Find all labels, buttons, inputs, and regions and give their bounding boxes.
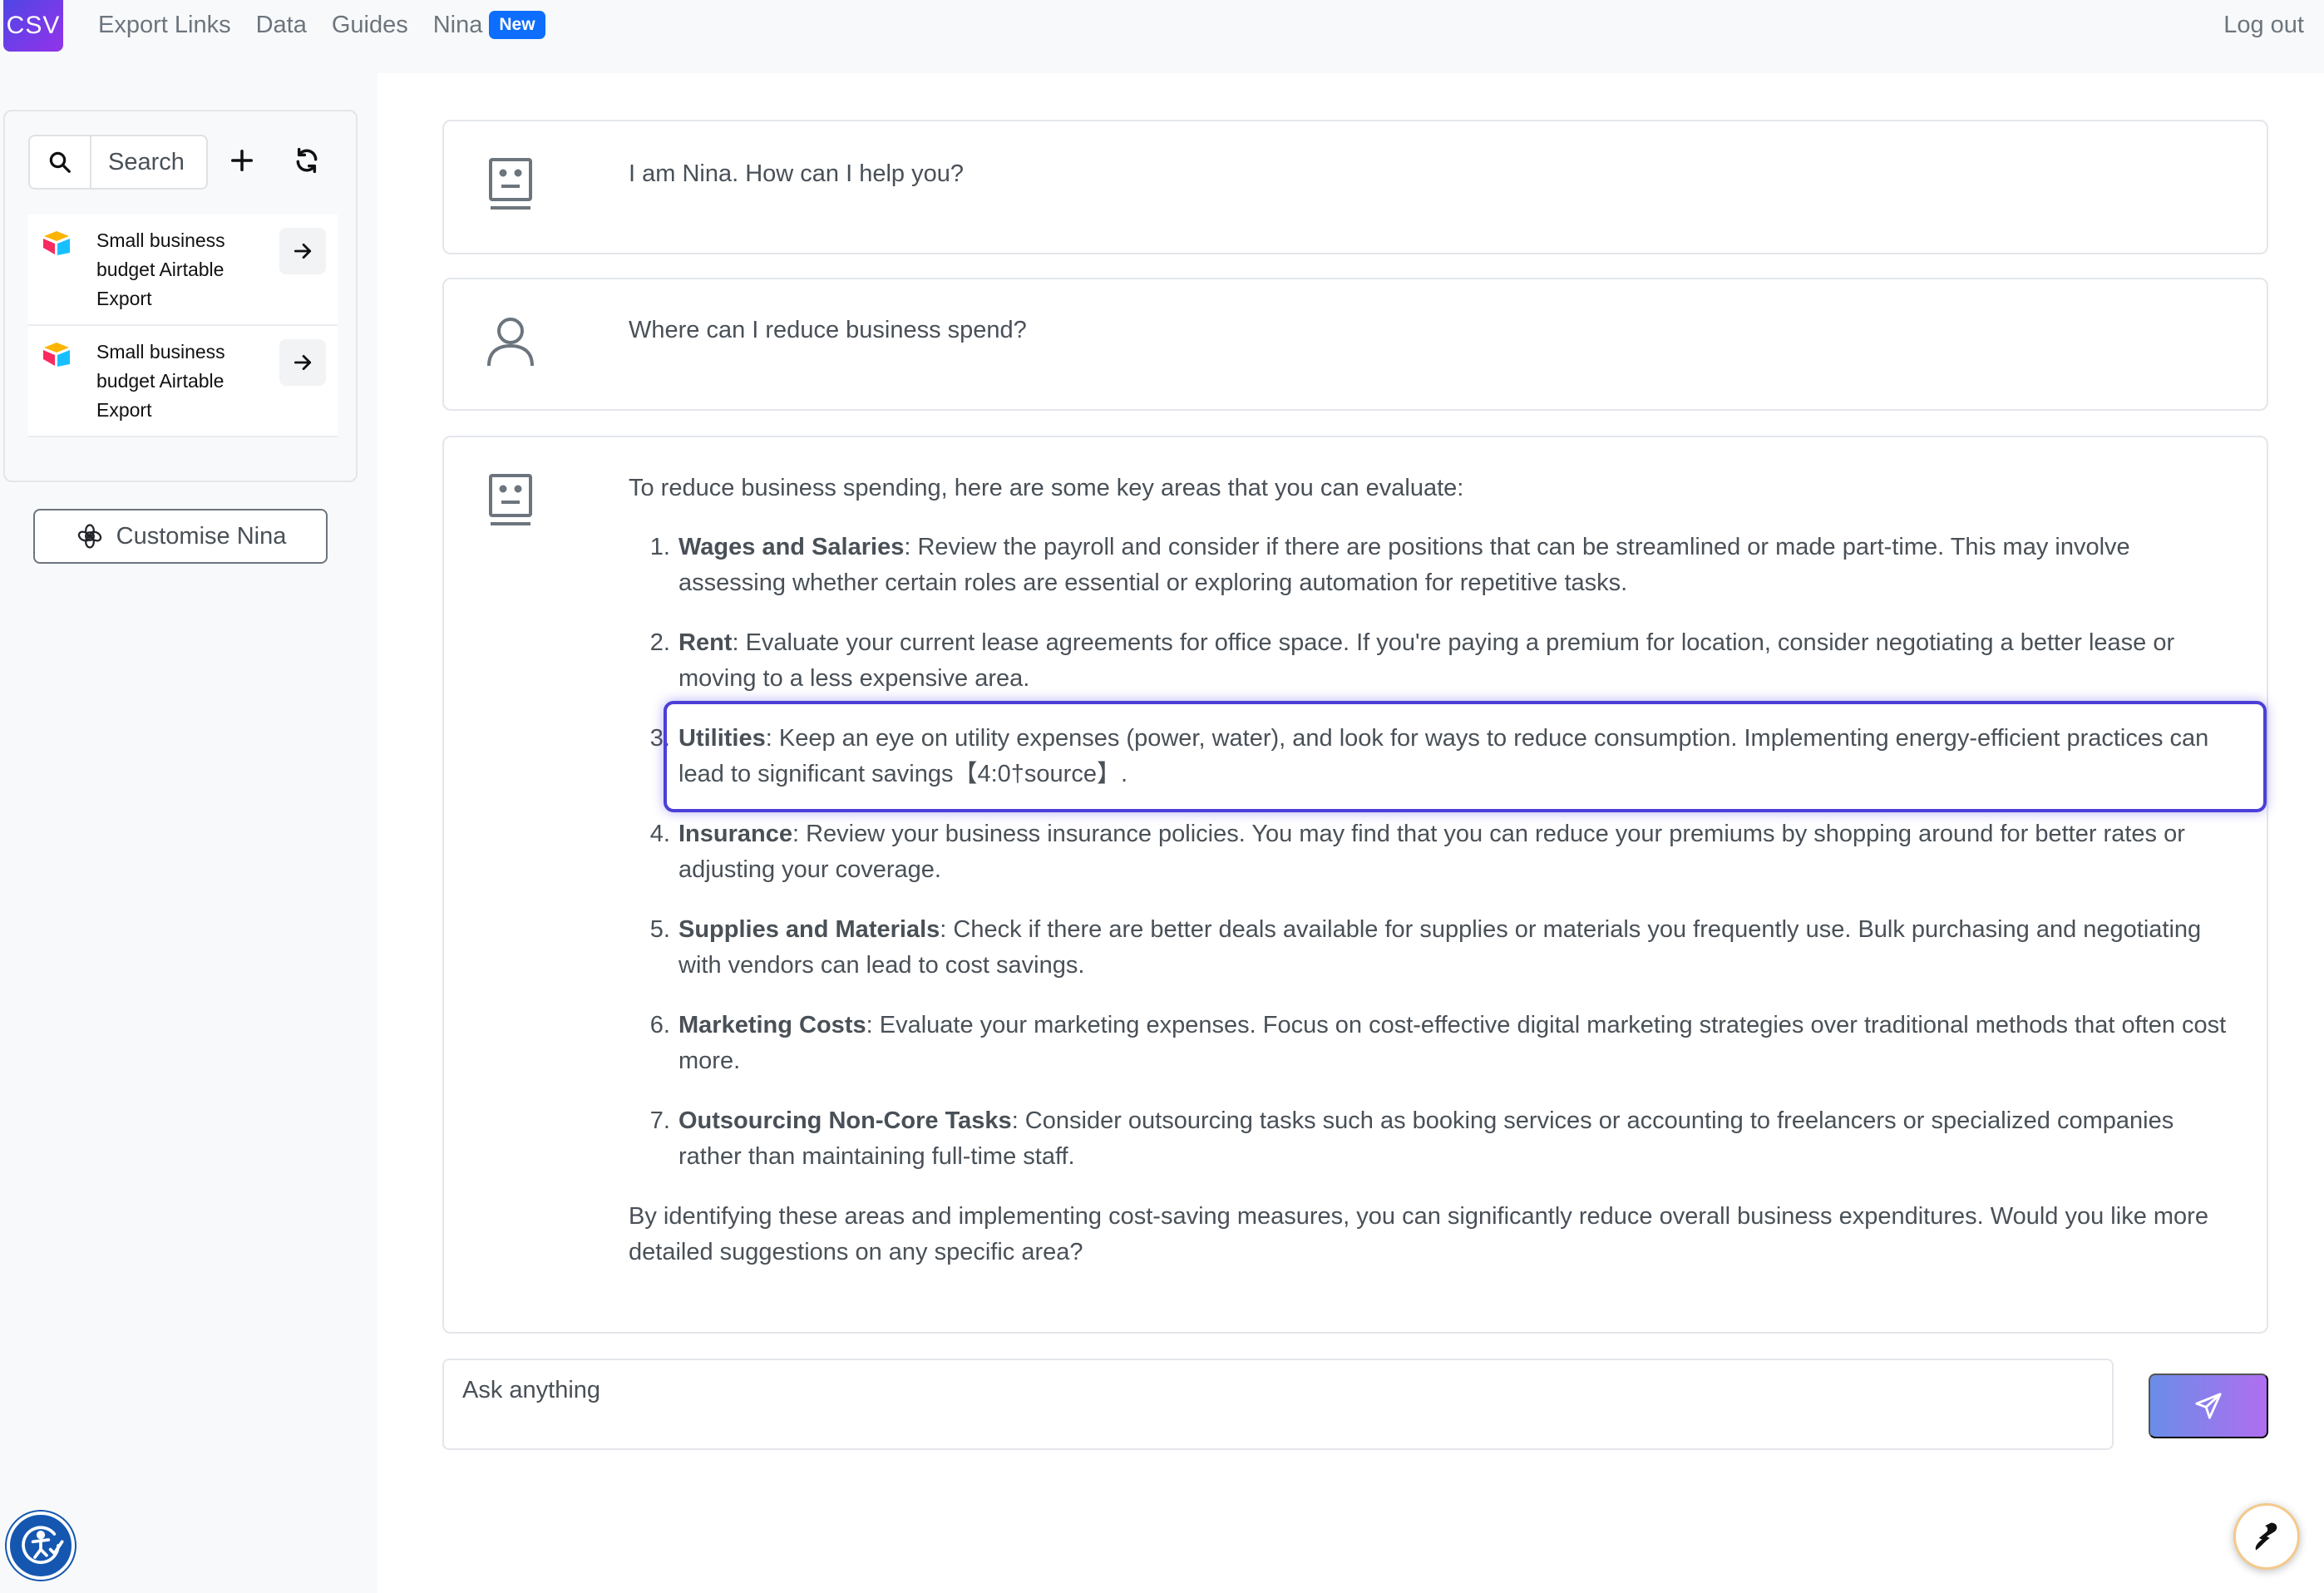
nav-nina-label: Nina [432, 12, 483, 38]
list-item: Insurance: Review your business insuranc… [677, 816, 2230, 888]
nav-links: Export Links Data Guides Nina New [98, 8, 570, 42]
list-item: Marketing Costs: Evaluate your marketing… [677, 1008, 2230, 1079]
item-title: Insurance [678, 821, 792, 847]
refresh-button[interactable] [279, 135, 334, 190]
accessibility-button[interactable] [7, 1512, 75, 1580]
accessibility-icon [22, 1526, 64, 1565]
file-item[interactable]: Small business budget Airtable Export [28, 326, 338, 437]
help-widget-icon [2255, 1522, 2277, 1551]
help-widget-button[interactable] [2233, 1503, 2300, 1570]
file-name: Small business budget Airtable Export [96, 229, 225, 309]
list-item-highlighted: Utilities: Keep an eye on utility expens… [664, 701, 2267, 812]
item-title: Utilities [678, 725, 766, 752]
item-title: Supplies and Materials [678, 916, 940, 943]
item-text: : Review your business insurance policie… [678, 821, 2185, 883]
list-item: Rent: Evaluate your current lease agreem… [677, 625, 2230, 697]
airtable-logo-icon [42, 341, 72, 367]
answer-intro: To reduce business spending, here are so… [629, 475, 1464, 501]
message-text: I am Nina. How can I help you? [629, 160, 964, 187]
search-button[interactable]: Search [28, 135, 208, 190]
search-label: Search [108, 148, 185, 175]
nav-export-links[interactable]: Export Links [98, 8, 231, 42]
user-icon [486, 314, 535, 371]
chat-input[interactable] [444, 1360, 2112, 1448]
open-file-button[interactable] [279, 339, 326, 386]
robot-face-icon [486, 156, 535, 213]
open-file-button[interactable] [279, 228, 326, 274]
assistant-answer: To reduce business spending, here are so… [442, 436, 2268, 1334]
file-name: Small business budget Airtable Export [96, 341, 225, 421]
user-message: Where can I reduce business spend? [442, 278, 2268, 411]
arrow-right-icon [294, 355, 312, 370]
file-item[interactable]: Small business budget Airtable Export [28, 215, 338, 326]
nav-guides[interactable]: Guides [332, 8, 408, 42]
chat-input-container [442, 1359, 2114, 1450]
airtable-logo-icon [42, 229, 72, 256]
item-title: Outsourcing Non-Core Tasks [678, 1107, 1012, 1134]
list-item: Supplies and Materials: Check if there a… [677, 912, 2230, 984]
file-list: Small business budget Airtable Export Sm… [28, 215, 338, 437]
customise-nina-label: Customise Nina [116, 522, 287, 550]
nav-data[interactable]: Data [256, 8, 307, 42]
refresh-icon [294, 147, 320, 178]
customise-nina-button[interactable]: Customise Nina [33, 509, 328, 564]
item-title: Wages and Salaries [678, 534, 905, 560]
new-badge: New [489, 11, 545, 39]
list-item: Wages and Salaries: Review the payroll a… [677, 530, 2230, 601]
answer-list: Wages and Salaries: Review the payroll a… [629, 530, 2267, 1175]
nav-nina[interactable]: Nina New [433, 8, 545, 42]
assistant-message: I am Nina. How can I help you? [442, 120, 2268, 254]
item-title: Rent [678, 629, 733, 656]
item-text: : Evaluate your marketing expenses. Focu… [678, 1012, 2227, 1074]
top-navbar: CSV Export Links Data Guides Nina New Lo… [0, 0, 2324, 73]
search-icon [30, 136, 91, 188]
list-item: Outsourcing Non-Core Tasks: Consider out… [677, 1103, 2230, 1175]
item-title: Marketing Costs [678, 1012, 866, 1038]
openai-logo-icon [77, 524, 101, 549]
add-button[interactable] [215, 135, 269, 190]
message-text: Where can I reduce business spend? [629, 317, 1027, 343]
item-text: : Evaluate your current lease agreements… [678, 629, 2175, 692]
arrow-right-icon [294, 244, 312, 259]
sidebar: Search Small business budget Airtable Ex… [3, 110, 358, 482]
robot-face-icon [486, 472, 535, 529]
item-text: : Keep an eye on utility expenses (power… [678, 725, 2209, 787]
answer-body: To reduce business spending, here are so… [629, 471, 2267, 1294]
send-button[interactable] [2149, 1374, 2268, 1438]
logout-link[interactable]: Log out [2223, 8, 2304, 42]
chat-area: I am Nina. How can I help you? Where can… [377, 73, 2324, 1593]
answer-outro: By identifying these areas and implement… [629, 1203, 2208, 1265]
brand-logo[interactable]: CSV [3, 0, 63, 52]
send-icon [2195, 1393, 2222, 1419]
plus-icon [229, 148, 254, 177]
